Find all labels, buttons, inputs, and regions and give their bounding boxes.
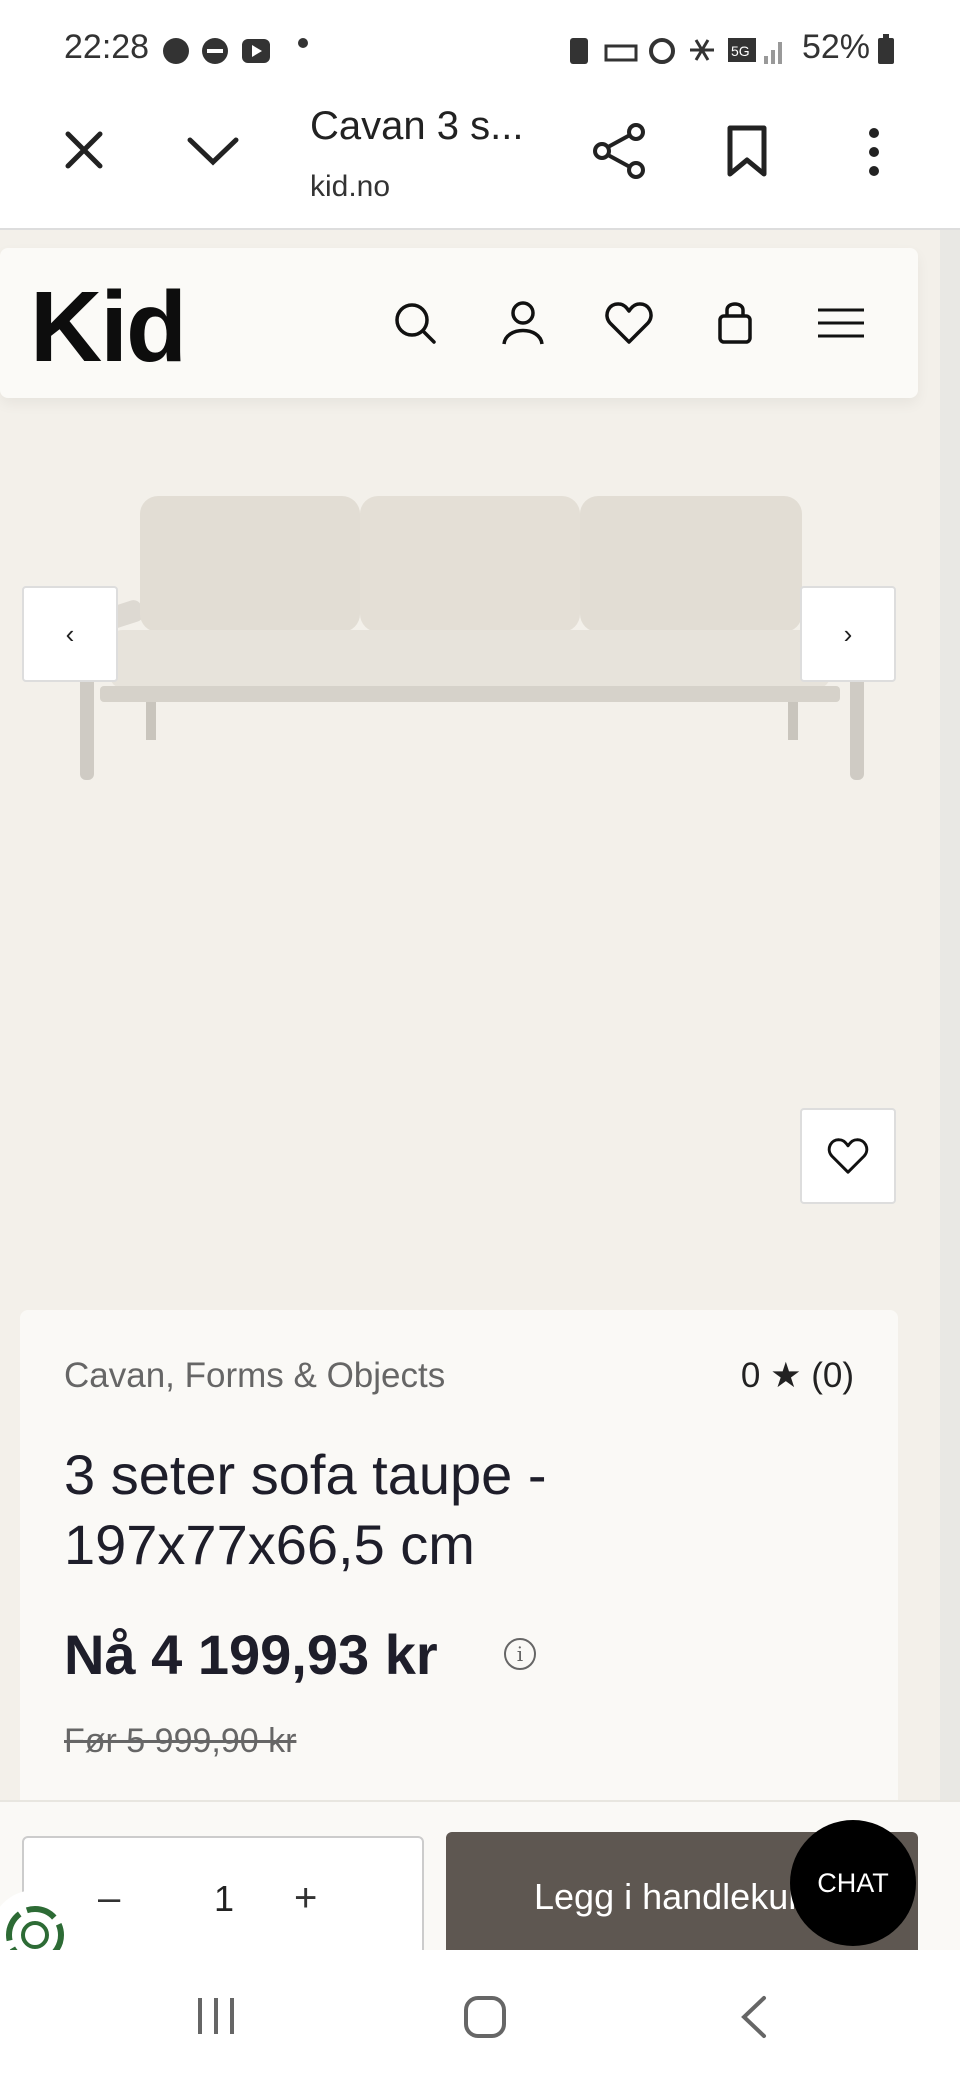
quantity-value[interactable]: 1: [214, 1878, 234, 1920]
user-icon[interactable]: [496, 296, 550, 350]
battery-icon: [878, 34, 894, 64]
more-vert-icon[interactable]: [866, 126, 882, 178]
site-header: Kid: [0, 248, 918, 398]
system-status-icons: 5G: [570, 38, 782, 64]
menu-icon[interactable]: [814, 296, 868, 350]
dot-icon: [298, 38, 308, 48]
back-icon[interactable]: [738, 1994, 768, 2040]
status-bar: 22:28 5G 52%: [0, 0, 960, 96]
chevron-left-icon: ‹: [65, 618, 75, 649]
product-brand[interactable]: Cavan, Forms & Objects: [64, 1356, 445, 1396]
home-icon[interactable]: [462, 1994, 508, 2040]
close-icon[interactable]: [62, 128, 106, 172]
browser-toolbar: Cavan 3 s... kid.no: [0, 96, 960, 230]
share-icon[interactable]: [590, 122, 648, 180]
battery-level: 52%: [801, 28, 870, 66]
heart-icon: [827, 1138, 869, 1174]
site-logo[interactable]: Kid: [30, 270, 187, 385]
recent-apps-icon[interactable]: [194, 1996, 238, 2036]
old-price: Før 5 999,90 kr: [64, 1722, 297, 1760]
svg-text:5G: 5G: [731, 43, 750, 59]
page-title: Cavan 3 s...: [310, 104, 524, 148]
notification-icons: [163, 38, 270, 64]
quantity-stepper: – 1 +: [22, 1836, 424, 1966]
chevron-right-icon: ›: [843, 618, 853, 649]
chevron-down-icon[interactable]: [186, 134, 240, 168]
page-url[interactable]: kid.no: [310, 170, 390, 204]
quantity-increase-button[interactable]: +: [294, 1876, 317, 1921]
product-rating[interactable]: 0 ★ (0): [741, 1356, 854, 1396]
scrollbar[interactable]: [940, 230, 960, 1950]
carousel-prev-button[interactable]: ‹: [22, 586, 118, 682]
chat-button[interactable]: CHAT: [790, 1820, 916, 1946]
system-nav-bar: [0, 1950, 960, 2080]
info-icon[interactable]: i: [504, 1638, 536, 1670]
quantity-decrease-button[interactable]: –: [98, 1876, 120, 1921]
product-title: 3 seter sofa taupe - 197x77x66,5 cm: [64, 1443, 547, 1576]
product-price: Nå 4 199,93 kr: [64, 1623, 438, 1686]
heart-icon[interactable]: [602, 296, 656, 350]
add-to-favorites-button[interactable]: [800, 1108, 896, 1204]
search-icon[interactable]: [388, 296, 442, 350]
carousel-next-button[interactable]: ›: [800, 586, 896, 682]
bag-icon[interactable]: [708, 296, 762, 350]
web-page: Kid ‹ › Cavan, Forms & Objects 0 ★ (0) 3…: [0, 230, 940, 1950]
bookmark-icon[interactable]: [726, 124, 768, 178]
product-image: [79, 496, 864, 780]
status-time: 22:28: [64, 28, 150, 66]
